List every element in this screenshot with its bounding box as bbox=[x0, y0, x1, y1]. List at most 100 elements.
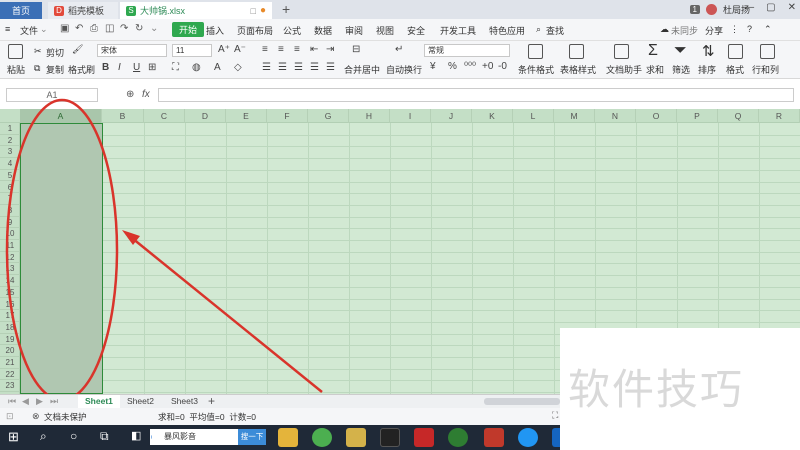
format-button[interactable]: 格式 bbox=[726, 63, 744, 76]
filter-icon[interactable]: ⏷ bbox=[674, 42, 687, 60]
align-center-icon[interactable]: ☰ bbox=[278, 62, 287, 73]
close-icon[interactable]: ✕ bbox=[788, 2, 796, 13]
horizontal-scrollbar[interactable] bbox=[484, 398, 560, 405]
menu-insert[interactable]: 插入 bbox=[206, 24, 224, 37]
chevron-down-icon[interactable]: ⌄ bbox=[40, 24, 48, 35]
column-header-i[interactable]: I bbox=[390, 109, 431, 123]
highlight-icon[interactable]: ◍ bbox=[192, 62, 201, 73]
indent-increase-icon[interactable]: ⇥ bbox=[326, 44, 334, 55]
align-bottom-icon[interactable]: ≡ bbox=[294, 44, 300, 55]
column-header-p[interactable]: P bbox=[677, 109, 718, 123]
row-header-18[interactable]: 18 bbox=[0, 322, 20, 334]
column-header-m[interactable]: M bbox=[554, 109, 595, 123]
app-icon-2[interactable] bbox=[518, 428, 538, 447]
column-header-o[interactable]: O bbox=[636, 109, 677, 123]
column-header-j[interactable]: J bbox=[431, 109, 472, 123]
number-format-select[interactable]: 常规 bbox=[424, 44, 510, 57]
conditional-format-icon[interactable] bbox=[528, 44, 543, 59]
protect-status[interactable]: 文档未保护 bbox=[44, 411, 87, 423]
minimize-icon[interactable]: — bbox=[744, 2, 754, 13]
sort-icon[interactable]: ⇅ bbox=[702, 42, 715, 60]
menu-page-layout[interactable]: 页面布局 bbox=[237, 24, 273, 37]
row-header-12[interactable]: 12 bbox=[0, 252, 20, 264]
column-header-n[interactable]: N bbox=[595, 109, 636, 123]
row-header-7[interactable]: 7 bbox=[0, 193, 20, 205]
distribute-icon[interactable]: ☰ bbox=[326, 62, 335, 73]
menu-start[interactable]: 开始 bbox=[172, 22, 205, 37]
search-icon[interactable]: ⌕ bbox=[536, 24, 541, 35]
filter-button[interactable]: 筛选 bbox=[672, 63, 690, 76]
doc-helper-button[interactable]: 文档助手 bbox=[606, 63, 642, 76]
row-header-5[interactable]: 5 bbox=[0, 170, 20, 182]
sheet-tab-2[interactable]: Sheet2 bbox=[120, 395, 161, 408]
clear-icon[interactable]: ◇ bbox=[234, 62, 242, 73]
paste-button[interactable]: 粘贴 bbox=[7, 63, 25, 76]
row-header-3[interactable]: 3 bbox=[0, 146, 20, 159]
sum-icon[interactable]: Σ bbox=[648, 42, 658, 60]
shrink-font-icon[interactable]: A⁻ bbox=[234, 44, 246, 55]
menu-formula[interactable]: 公式 bbox=[283, 24, 301, 37]
add-sheet-icon[interactable]: + bbox=[208, 394, 215, 408]
row-header-15[interactable]: 15 bbox=[0, 287, 20, 299]
thousands-icon[interactable]: ⁰⁰⁰ bbox=[464, 61, 476, 72]
row-header-8[interactable]: 8 bbox=[0, 205, 20, 217]
avatar[interactable] bbox=[705, 4, 717, 15]
justify-icon[interactable]: ☰ bbox=[310, 62, 319, 73]
menu-search[interactable]: 查找 bbox=[546, 24, 564, 37]
search-icon[interactable]: ⌕ bbox=[40, 429, 47, 444]
menu-review[interactable]: 审阅 bbox=[345, 24, 363, 37]
power-app-icon[interactable] bbox=[484, 428, 504, 447]
align-top-icon[interactable]: ≡ bbox=[262, 44, 268, 55]
row-col-button[interactable]: 行和列 bbox=[752, 63, 779, 76]
prev-sheet-icon[interactable]: ◀ bbox=[22, 396, 29, 407]
copy-icon[interactable]: ⧉ bbox=[34, 63, 40, 74]
row-header-9[interactable]: 9 bbox=[0, 217, 20, 229]
sheet-tab-1[interactable]: Sheet1 bbox=[78, 395, 120, 408]
wps-icon[interactable] bbox=[414, 428, 434, 447]
row-header-6[interactable]: 6 bbox=[0, 182, 20, 194]
repeat-icon[interactable]: ↻ bbox=[135, 23, 143, 34]
copy-button[interactable]: 复制 bbox=[46, 63, 64, 76]
redo-icon[interactable]: ↷ bbox=[120, 23, 128, 34]
merge-icon[interactable]: ⊟ bbox=[352, 44, 360, 55]
collapse-icon[interactable]: ⌃ bbox=[764, 24, 772, 35]
sort-button[interactable]: 排序 bbox=[698, 63, 716, 76]
more-icon[interactable]: ⌄ bbox=[150, 23, 158, 34]
row-header-23[interactable]: 23 bbox=[0, 380, 20, 393]
menu-security[interactable]: 安全 bbox=[407, 24, 425, 37]
format-icon[interactable] bbox=[728, 44, 743, 59]
column-header-l[interactable]: L bbox=[513, 109, 554, 123]
underline-icon[interactable]: U bbox=[133, 62, 140, 73]
taskbar-search-button[interactable]: 搜一下 bbox=[238, 429, 266, 445]
row-header-1[interactable]: 1 bbox=[0, 123, 20, 135]
app-icon-1[interactable] bbox=[346, 428, 366, 447]
table-style-icon[interactable] bbox=[569, 44, 584, 59]
decimal-increase-icon[interactable]: +0 bbox=[482, 61, 493, 72]
format-painter-button[interactable]: 格式刷 bbox=[68, 63, 95, 76]
save-icon[interactable]: ▣ bbox=[60, 23, 69, 34]
bold-icon[interactable]: B bbox=[102, 62, 109, 73]
cloud-icon[interactable]: ☁ bbox=[660, 24, 669, 35]
row-header-21[interactable]: 21 bbox=[0, 357, 20, 369]
next-sheet-icon[interactable]: ▶ bbox=[36, 396, 43, 407]
menu-features[interactable]: 特色应用 bbox=[489, 24, 525, 37]
row-header-19[interactable]: 19 bbox=[0, 334, 20, 346]
fullscreen-icon[interactable]: ⛶ bbox=[552, 410, 558, 421]
align-left-icon[interactable]: ☰ bbox=[262, 62, 271, 73]
qq-icon[interactable] bbox=[380, 428, 400, 447]
align-middle-icon[interactable]: ≡ bbox=[278, 44, 284, 55]
row-header-11[interactable]: 11 bbox=[0, 240, 20, 252]
row-header-14[interactable]: 14 bbox=[0, 275, 20, 287]
merge-center-button[interactable]: 合并居中 bbox=[344, 63, 380, 76]
menu-data[interactable]: 数据 bbox=[314, 24, 332, 37]
font-family-select[interactable]: 宋体 bbox=[97, 44, 167, 57]
row-header-17[interactable]: 17 bbox=[0, 310, 20, 322]
menu-file[interactable]: 文件 bbox=[20, 24, 38, 37]
column-header-r[interactable]: R bbox=[759, 109, 800, 123]
row-header-20[interactable]: 20 bbox=[0, 345, 20, 357]
grow-font-icon[interactable]: A⁺ bbox=[218, 44, 230, 55]
wrap-icon[interactable]: ↵ bbox=[395, 44, 403, 55]
formula-input[interactable] bbox=[158, 88, 794, 102]
font-size-select[interactable]: 11 bbox=[172, 44, 212, 57]
sum-button[interactable]: 求和 bbox=[646, 63, 664, 76]
